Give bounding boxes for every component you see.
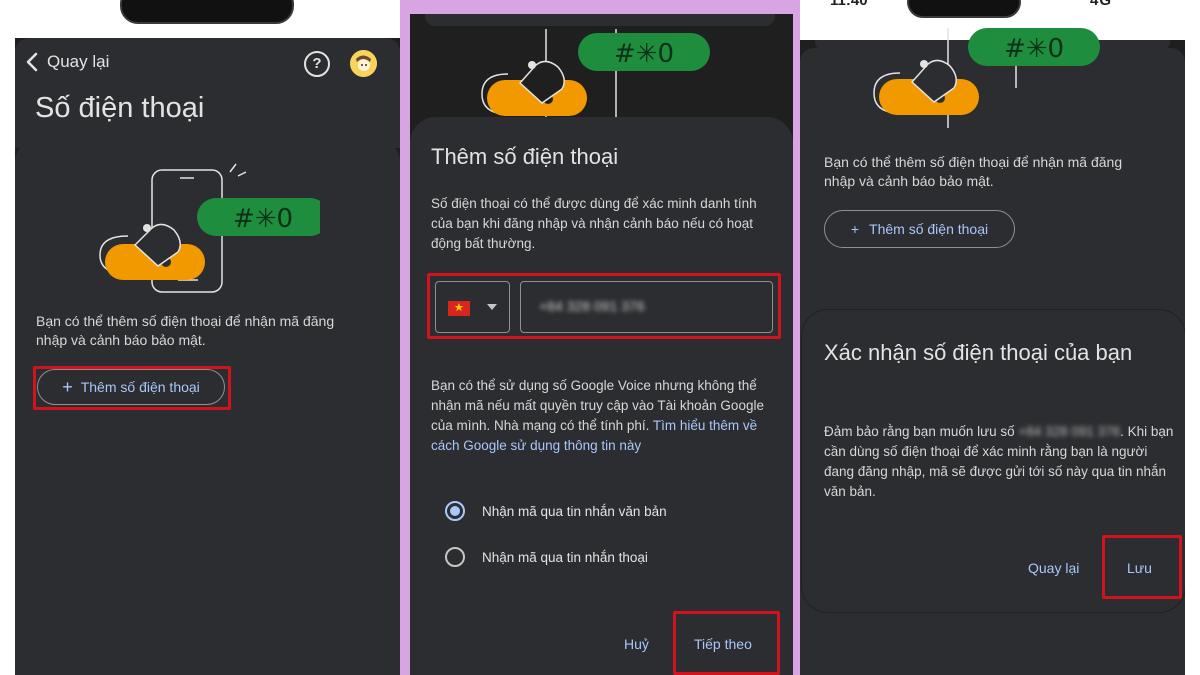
radio-voice-option[interactable]: Nhận mã qua tin nhắn thoại bbox=[445, 547, 648, 567]
add-phone-sheet: Thêm số điện thoại Số điện thoại có thể … bbox=[410, 117, 793, 675]
radio-sms-option[interactable]: Nhận mã qua tin nhắn văn bản bbox=[445, 501, 667, 521]
radio-sms-label: Nhận mã qua tin nhắn văn bản bbox=[482, 503, 667, 519]
screen-confirm-phone: 11:40 4G #✳0 Bạn có thể thêm số điện tho… bbox=[800, 0, 1185, 675]
highlight-box bbox=[1102, 535, 1182, 599]
screen-background: #✳0 Thêm số điện thoại Số điện thoại có … bbox=[410, 14, 793, 675]
radio-selected-icon[interactable] bbox=[445, 501, 465, 521]
illustration-code: #✳0 bbox=[233, 204, 293, 234]
status-time: 11:40 bbox=[830, 0, 868, 9]
dynamic-island bbox=[120, 0, 294, 24]
plus-icon: + bbox=[850, 221, 860, 237]
dynamic-island bbox=[907, 0, 1021, 18]
header: Quay lại ? Số điện thoại bbox=[15, 38, 400, 148]
page-title: Số điện thoại bbox=[35, 92, 205, 124]
back-button[interactable]: Quay lại bbox=[1028, 560, 1079, 576]
illustration-code: #✳0 bbox=[614, 39, 674, 69]
dialog-title: Thêm số điện thoại bbox=[431, 144, 619, 169]
back-button[interactable]: Quay lại bbox=[25, 52, 109, 72]
google-voice-note: Bạn có thể sử dụng số Google Voice nhưng… bbox=[431, 376, 781, 456]
help-icon[interactable]: ? bbox=[304, 51, 330, 77]
illustration-code: #✳0 bbox=[1004, 34, 1064, 64]
cancel-button[interactable]: Huỷ bbox=[624, 636, 649, 652]
back-label: Quay lại bbox=[47, 52, 110, 71]
status-signal: 4G bbox=[1090, 0, 1113, 9]
dialog-phone-number: +84 328 091 376 bbox=[1018, 424, 1121, 439]
dialog-title: Xác nhận số điện thoại của bạn bbox=[824, 340, 1133, 365]
dialog-body-prefix: Đảm bảo rằng bạn muốn lưu số bbox=[824, 424, 1019, 439]
highlight-box bbox=[427, 273, 781, 339]
phone-notification-illustration: #✳0 bbox=[481, 29, 710, 129]
status-bar bbox=[15, 0, 400, 38]
radio-voice-label: Nhận mã qua tin nhắn thoại bbox=[482, 549, 648, 565]
dialog-description: Số điện thoại có thể được dùng để xác mi… bbox=[431, 196, 757, 251]
phone-notification-illustration: #✳0 bbox=[873, 28, 1100, 128]
description-text: Bạn có thể thêm số điện thoại để nhận mã… bbox=[824, 154, 1123, 189]
avatar[interactable] bbox=[350, 50, 377, 77]
highlight-box bbox=[33, 366, 231, 410]
chevron-left-icon bbox=[26, 52, 38, 72]
dialog-body: Đảm bảo rằng bạn muốn lưu số +84 328 091… bbox=[824, 422, 1174, 502]
phone-notification-illustration: #✳0 bbox=[99, 163, 320, 293]
screen-phone-number: Quay lại ? Số điện thoại #✳0 Bạn có thể … bbox=[15, 0, 400, 675]
add-phone-label: Thêm số điện thoại bbox=[869, 221, 989, 237]
description-text: Bạn có thể thêm số điện thoại để nhận mã… bbox=[36, 313, 335, 348]
content-card: #✳0 Bạn có thể thêm số điện thoại để nhậ… bbox=[15, 140, 400, 675]
radio-unselected-icon[interactable] bbox=[445, 547, 465, 567]
page-edge bbox=[1185, 0, 1200, 675]
confirm-phone-dialog: Xác nhận số điện thoại của bạn Đảm bảo r… bbox=[802, 310, 1185, 612]
screen-add-phone-dialog: #✳0 Thêm số điện thoại Số điện thoại có … bbox=[400, 0, 800, 675]
highlight-box bbox=[673, 611, 780, 675]
add-phone-button[interactable]: + Thêm số điện thoại bbox=[824, 210, 1015, 248]
screen-background: #✳0 Bạn có thể thêm số điện thoại để nhậ… bbox=[800, 28, 1185, 675]
